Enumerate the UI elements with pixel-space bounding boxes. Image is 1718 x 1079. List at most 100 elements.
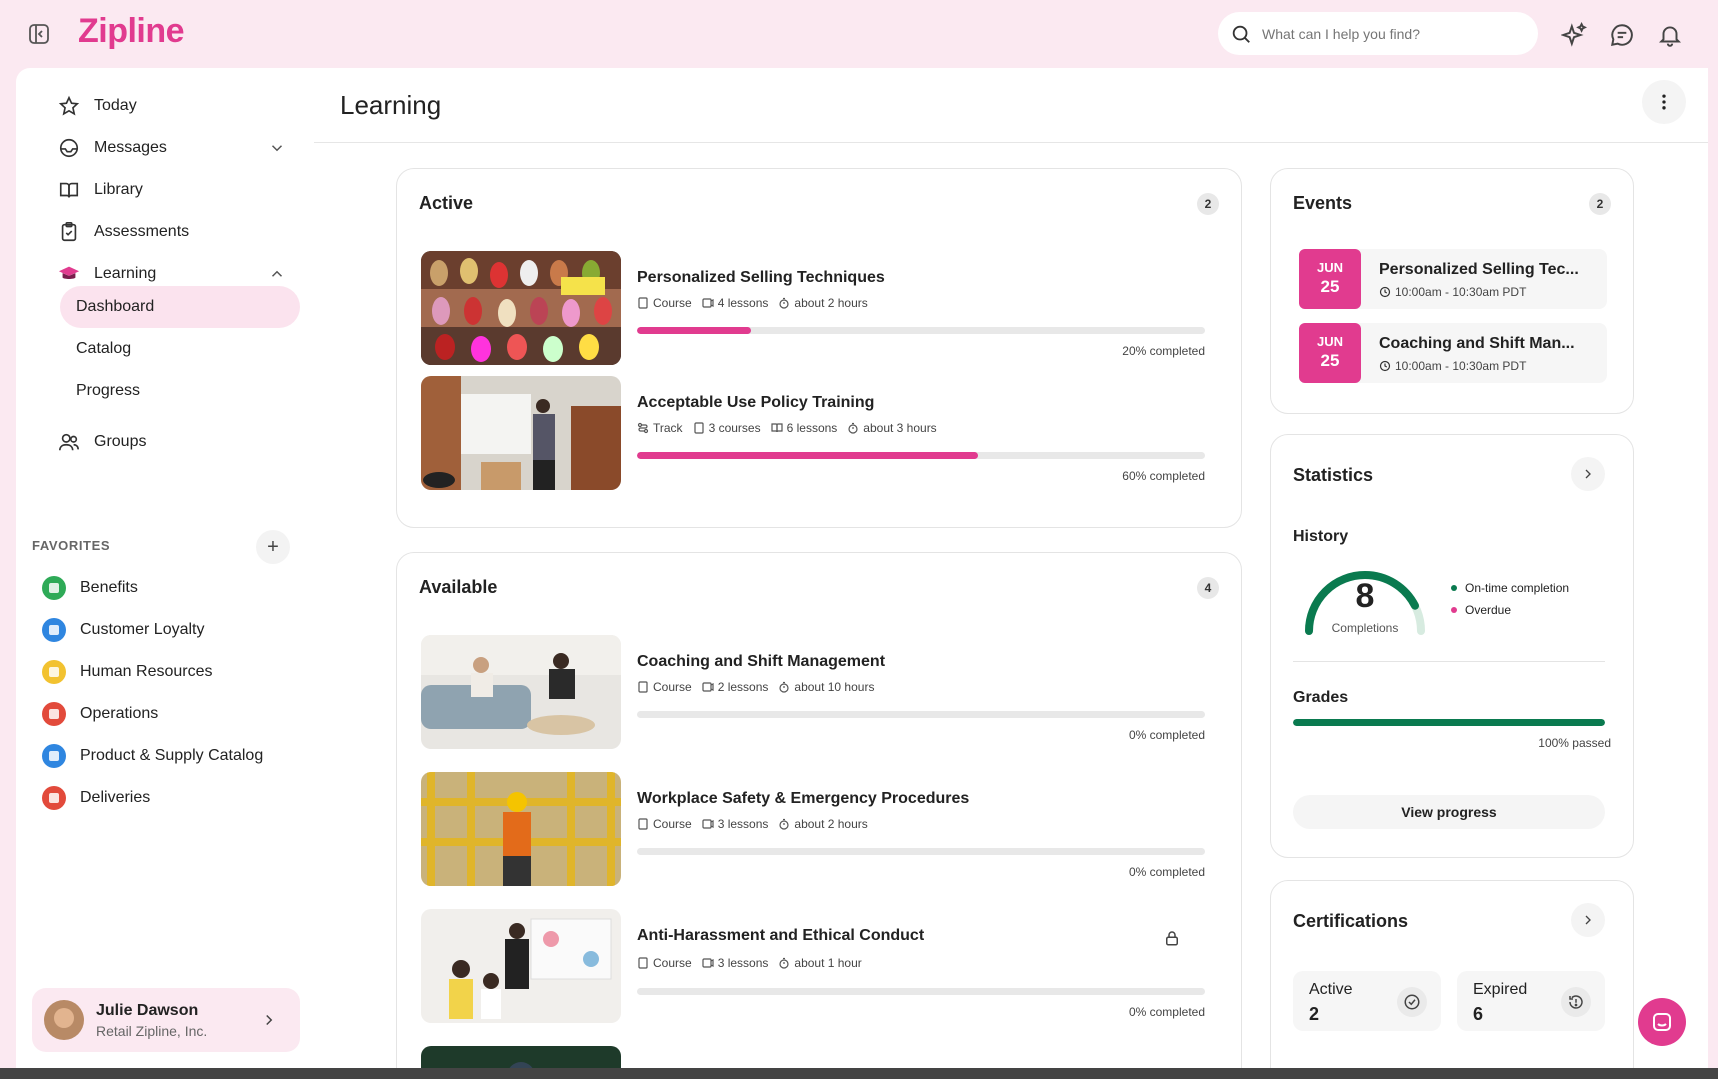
favorite-item[interactable]: Product & Supply Catalog	[42, 738, 263, 774]
chevron-up-icon[interactable]	[268, 265, 286, 283]
progress-label: 0% completed	[1128, 865, 1205, 879]
event-month: JUN	[1316, 260, 1343, 275]
progress-fill	[637, 452, 978, 459]
sidebar-item-library[interactable]: Library	[32, 170, 300, 210]
grades-label: Grades	[1293, 689, 1349, 706]
sidebar-item-label: Progress	[76, 382, 141, 399]
progress-bar	[637, 452, 1205, 459]
sidebar-toggle-icon[interactable]	[27, 22, 51, 46]
active-courses-card: Active 2 Personalized Selling Techniques	[396, 168, 1242, 528]
course-item[interactable]: Workplace Safety & Emergency Procedures …	[421, 772, 1217, 886]
chat-icon[interactable]	[1609, 22, 1635, 48]
sidebar-item-progress[interactable]: Progress	[60, 370, 300, 412]
course-lessons: 2 lessons	[717, 680, 769, 694]
course-title[interactable]: Workplace Safety & Emergency Procedures	[637, 790, 969, 808]
sidebar-item-messages[interactable]: Messages	[32, 128, 300, 168]
course-type: Course	[653, 296, 692, 310]
course-title[interactable]: Anti-Harassment and Ethical Conduct	[637, 927, 924, 945]
favorite-item[interactable]: Deliveries	[42, 780, 150, 816]
main-content: Learning Active 2 Personalized Selling T…	[314, 68, 1708, 1079]
event-item[interactable]: JUN 25 Coaching and Shift Man... 10:00am…	[1299, 323, 1607, 383]
more-options-button[interactable]	[1642, 80, 1686, 124]
course-title[interactable]: Acceptable Use Policy Training	[637, 394, 874, 412]
favorite-item[interactable]: Benefits	[42, 570, 138, 606]
favorite-label: Operations	[80, 705, 159, 722]
window-bottom-edge	[0, 1068, 1718, 1079]
bell-icon[interactable]	[1657, 22, 1683, 48]
lessons-icon	[702, 818, 714, 830]
sidebar-item-label: Catalog	[76, 340, 132, 357]
favorite-item[interactable]: Customer Loyalty	[42, 612, 205, 648]
user-profile-card[interactable]: Julie Dawson Retail Zipline, Inc.	[32, 988, 300, 1052]
event-day: 25	[1320, 351, 1340, 370]
progress-label: 0% completed	[1128, 1005, 1205, 1019]
course-lessons: 4 lessons	[717, 296, 769, 310]
favorite-item[interactable]: Human Resources	[42, 654, 213, 690]
course-duration: about 2 hours	[794, 817, 868, 831]
count-badge: 4	[1197, 577, 1219, 599]
favorite-item[interactable]: Operations	[42, 696, 158, 732]
favorite-label: Product & Supply Catalog	[80, 747, 264, 764]
progress-label: 0% completed	[1128, 728, 1205, 742]
course-title[interactable]: Coaching and Shift Management	[637, 653, 885, 671]
sidebar: Today Messages Library Assessments Learn…	[16, 68, 314, 1068]
view-progress-button[interactable]: View progress	[1293, 795, 1605, 829]
progress-bar	[637, 848, 1205, 855]
statistics-more-button[interactable]	[1571, 457, 1605, 491]
progress-bar	[637, 988, 1205, 995]
sidebar-item-today[interactable]: Today	[32, 86, 300, 126]
lock-icon	[1163, 929, 1181, 947]
sidebar-item-label: Library	[94, 181, 143, 198]
chat-launcher-button[interactable]	[1638, 998, 1686, 1046]
lessons-icon	[702, 297, 714, 309]
event-time: 10:00am - 10:30am PDT	[1379, 359, 1526, 373]
cert-label: Expired	[1473, 981, 1528, 998]
favorite-label: Deliveries	[80, 789, 151, 806]
search-bar[interactable]	[1218, 12, 1538, 55]
course-thumbnail	[421, 376, 621, 490]
course-duration: about 3 hours	[863, 421, 937, 435]
sidebar-item-assessments[interactable]: Assessments	[32, 212, 300, 252]
kebab-icon	[1662, 94, 1666, 110]
chevron-right-icon	[1585, 915, 1591, 925]
event-item[interactable]: JUN 25 Personalized Selling Tec... 10:00…	[1299, 249, 1607, 309]
course-type: Track	[653, 421, 683, 435]
sidebar-item-dashboard[interactable]: Dashboard	[60, 286, 300, 328]
timer-icon	[778, 297, 790, 309]
certifications-active[interactable]: Active 2	[1293, 971, 1441, 1031]
add-favorite-button[interactable]: +	[256, 530, 290, 564]
clock-icon	[1379, 360, 1391, 372]
chevron-right-icon	[1585, 469, 1591, 479]
user-name: Julie Dawson	[96, 1001, 199, 1019]
event-title: Personalized Selling Tec...	[1379, 261, 1579, 278]
certifications-expired[interactable]: Expired 6	[1457, 971, 1605, 1031]
chevron-down-icon[interactable]	[268, 139, 286, 157]
course-title[interactable]: Personalized Selling Techniques	[637, 269, 885, 287]
sidebar-item-groups[interactable]: Groups	[32, 422, 300, 462]
heartbeat-icon	[42, 576, 66, 600]
course-meta: Track 3 courses 6 lessons about 3 hours	[637, 421, 937, 435]
count-badge: 2	[1589, 193, 1611, 215]
app-logo[interactable]: Zipline	[78, 12, 185, 51]
lessons-icon	[702, 957, 714, 969]
sparkle-icon[interactable]	[1561, 22, 1587, 48]
progress-bar	[637, 711, 1205, 718]
course-item[interactable]: Anti-Harassment and Ethical Conduct Cour…	[421, 909, 1217, 1023]
course-item[interactable]: Coaching and Shift Management Course 2 l…	[421, 635, 1217, 749]
certifications-card: Certifications Active 2 Expired 6	[1270, 880, 1634, 1079]
graduation-cap-icon	[58, 263, 80, 285]
course-thumbnail	[421, 772, 621, 886]
search-input[interactable]	[1262, 25, 1522, 42]
course-meta: Course 3 lessons about 2 hours	[637, 817, 868, 831]
document-icon	[637, 681, 649, 693]
page-title: Learning	[340, 90, 442, 120]
sidebar-item-label: Dashboard	[76, 298, 155, 315]
course-item[interactable]: Personalized Selling Techniques Course 4…	[421, 251, 1217, 365]
course-lessons: 3 lessons	[717, 956, 769, 970]
certifications-more-button[interactable]	[1571, 903, 1605, 937]
events-card: Events 2 JUN 25 Personalized Selling Tec…	[1270, 168, 1634, 414]
legend-label: Overdue	[1465, 603, 1512, 617]
course-item[interactable]: Acceptable Use Policy Training Track 3 c…	[421, 376, 1217, 490]
sidebar-item-catalog[interactable]: Catalog	[60, 328, 300, 370]
document-icon	[637, 957, 649, 969]
